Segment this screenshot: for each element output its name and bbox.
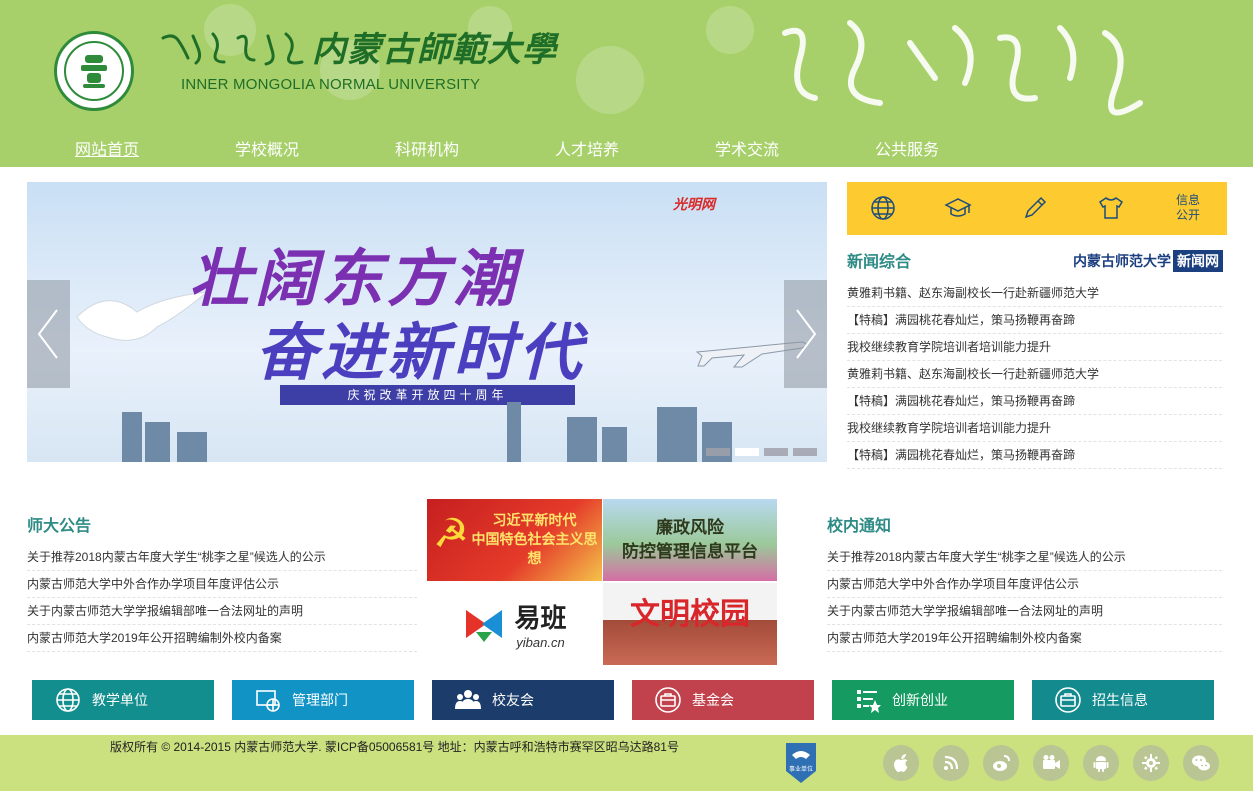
nav-education[interactable]: 人才培养 <box>555 136 619 160</box>
nav-services[interactable]: 公共服务 <box>875 136 939 160</box>
wechat-social-button[interactable] <box>1183 745 1219 781</box>
rss-icon <box>944 755 959 770</box>
video-camera-icon <box>1043 755 1060 769</box>
page: 内蒙古師範大學 INNER MONGOLIA NORMAL UNIVERSITY… <box>0 0 1253 791</box>
gear-icon <box>1142 754 1160 772</box>
news-list: 黄雅莉书籍、赵东海副校长一行赴新疆师范大学 【特稿】满园桃花春灿烂，策马扬鞭再奋… <box>847 280 1222 469</box>
briefcase-icon <box>654 686 682 714</box>
main-nav: 网站首页 学校概况 科研机构 人才培养 学术交流 公共服务 <box>0 130 1253 167</box>
svg-text:事业单位: 事业单位 <box>789 765 813 773</box>
nav-home[interactable]: 网站首页 <box>75 136 139 160</box>
admin-departments-button[interactable]: 管理部门 <box>232 680 414 720</box>
hero-slider[interactable]: 光明网 壮阔东方潮 奋进新时代 庆祝改革开放四十周年 <box>27 182 827 462</box>
briefcase-icon <box>1054 686 1082 714</box>
logo-chinese-name: 内蒙古師範大學 <box>312 30 557 70</box>
wechat-icon <box>1192 755 1210 771</box>
quick-links-bar: 信息 公开 <box>847 182 1227 235</box>
tshirt-icon <box>1098 197 1124 219</box>
seal-emblem-icon <box>81 55 107 88</box>
quick-tshirt[interactable] <box>1097 194 1127 224</box>
site-header: 内蒙古師範大學 INNER MONGOLIA NORMAL UNIVERSITY… <box>0 0 1253 167</box>
chevron-right-icon <box>796 309 817 359</box>
apple-social-button[interactable] <box>883 745 919 781</box>
innovation-button[interactable]: 创新创业 <box>832 680 1014 720</box>
foundation-button[interactable]: 基金会 <box>632 680 814 720</box>
news-item[interactable]: 【特稿】满园桃花春灿烂，策马扬鞭再奋蹄 <box>847 388 1222 415</box>
announcement-item[interactable]: 内蒙古师范大学2019年公开招聘编制外校内备案 <box>27 625 417 652</box>
globe-icon <box>54 686 82 714</box>
calligraphy-decoration <box>782 20 1143 116</box>
news-title: 新闻综合 <box>847 254 912 271</box>
android-social-button[interactable] <box>1083 745 1119 781</box>
list-star-icon <box>854 686 882 714</box>
notice-item[interactable]: 内蒙古师范大学2019年公开招聘编制外校内备案 <box>827 625 1222 652</box>
slider-pagination <box>706 448 817 456</box>
slide-headline-2: 奋进新时代 <box>255 316 586 389</box>
weibo-icon <box>993 755 1010 771</box>
quick-graduation[interactable] <box>944 194 974 224</box>
slider-prev-button[interactable] <box>27 280 70 388</box>
settings-social-button[interactable] <box>1133 745 1169 781</box>
apple-icon <box>894 754 908 772</box>
slide-source-logo: 光明网 <box>673 196 715 212</box>
yiban-logo-icon <box>466 610 503 642</box>
video-social-button[interactable] <box>1033 745 1069 781</box>
info-disclosure-link[interactable]: 信息 公开 <box>1173 193 1203 223</box>
pencil-icon <box>1024 196 1047 219</box>
quick-pencil[interactable] <box>1021 194 1051 224</box>
nav-exchange[interactable]: 学术交流 <box>715 136 779 160</box>
university-seal-logo[interactable] <box>54 31 134 111</box>
yiban-tile[interactable]: 易班 yiban.cn <box>427 583 602 665</box>
news-item[interactable]: 【特稿】满园桃花春灿烂，策马扬鞭再奋蹄 <box>847 442 1222 469</box>
news-item[interactable]: 黄雅莉书籍、赵东海副校长一行赴新疆师范大学 <box>847 361 1222 388</box>
rss-social-button[interactable] <box>933 745 969 781</box>
slider-dot-2[interactable] <box>735 448 759 456</box>
institution-badge-icon[interactable]: 事业单位 <box>784 741 818 785</box>
globe-icon <box>871 196 895 220</box>
announcement-item[interactable]: 内蒙古师范大学中外合作办学项目年度评估公示 <box>27 571 417 598</box>
site-footer: 版权所有 © 2014-2015 内蒙古师范大学. 蒙ICP备05006581号… <box>0 735 1253 791</box>
teaching-units-button[interactable]: 教学单位 <box>32 680 214 720</box>
slider-dot-1[interactable] <box>706 448 730 456</box>
announcement-item[interactable]: 关于推荐2018内蒙古年度大学生“桃李之星”候选人的公示 <box>27 544 417 571</box>
news-item[interactable]: 黄雅莉书籍、赵东海副校长一行赴新疆师范大学 <box>847 280 1222 307</box>
weibo-social-button[interactable] <box>983 745 1019 781</box>
xi-thought-tile[interactable]: ☭ 习近平新时代 中国特色社会主义思想 <box>427 499 602 581</box>
web-window-icon <box>254 686 282 714</box>
slider-dot-3[interactable] <box>764 448 788 456</box>
news-item[interactable]: 我校继续教育学院培训者培训能力提升 <box>847 415 1222 442</box>
copyright-text: 版权所有 © 2014-2015 内蒙古师范大学. 蒙ICP备05006581号… <box>110 740 679 754</box>
logo-english-name: INNER MONGOLIA NORMAL UNIVERSITY <box>181 76 481 93</box>
announcement-item[interactable]: 关于内蒙古师范大学学报编辑部唯一合法网址的声明 <box>27 598 417 625</box>
nav-research[interactable]: 科研机构 <box>395 136 459 160</box>
news-item[interactable]: 我校继续教育学院培训者培训能力提升 <box>847 334 1222 361</box>
quick-globe[interactable] <box>869 194 899 224</box>
notices-list: 关于推荐2018内蒙古年度大学生“桃李之星”候选人的公示 内蒙古师范大学中外合作… <box>827 544 1222 652</box>
news-item[interactable]: 【特稿】满园桃花春灿烂，策马扬鞭再奋蹄 <box>847 307 1222 334</box>
mongolian-script-logo <box>161 32 304 66</box>
notice-item[interactable]: 关于推荐2018内蒙古年度大学生“桃李之星”候选人的公示 <box>827 544 1222 571</box>
news-site-logo[interactable]: 内蒙古师范大学 新闻网 <box>1073 249 1223 273</box>
slider-dot-4[interactable] <box>793 448 817 456</box>
notice-item[interactable]: 关于内蒙古师范大学学报编辑部唯一合法网址的声明 <box>827 598 1222 625</box>
alumni-button[interactable]: 校友会 <box>432 680 614 720</box>
slider-next-button[interactable] <box>784 280 827 388</box>
admissions-button[interactable]: 招生信息 <box>1032 680 1214 720</box>
announcements-title: 师大公告 <box>27 518 92 535</box>
chevron-left-icon <box>37 309 58 359</box>
graduation-cap-icon <box>944 198 972 217</box>
nav-about[interactable]: 学校概况 <box>235 136 299 160</box>
civilized-campus-tile[interactable]: 文明校园 <box>603 583 777 665</box>
android-icon <box>1093 756 1109 772</box>
notice-item[interactable]: 内蒙古师范大学中外合作办学项目年度评估公示 <box>827 571 1222 598</box>
party-emblem-icon: ☭ <box>433 512 469 556</box>
notices-title: 校内通知 <box>827 518 892 535</box>
announcements-list: 关于推荐2018内蒙古年度大学生“桃李之星”候选人的公示 内蒙古师范大学中外合作… <box>27 544 417 652</box>
news-header: 新闻综合 内蒙古师范大学 新闻网 <box>847 248 1227 274</box>
integrity-platform-tile[interactable]: 廉政风险 防控管理信息平台 <box>603 499 777 581</box>
people-group-icon <box>454 686 482 714</box>
